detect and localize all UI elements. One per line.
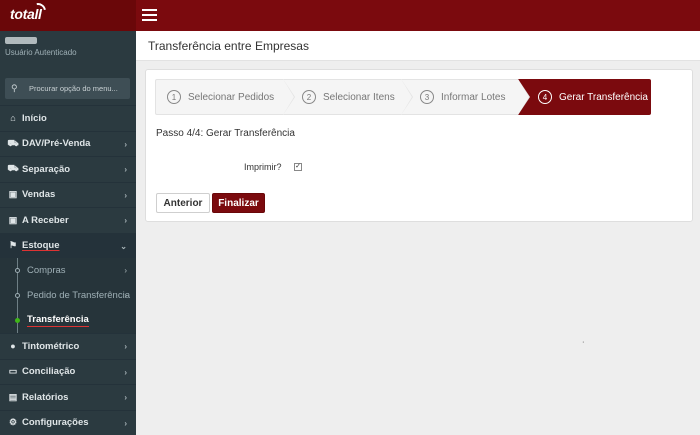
print-checkbox[interactable]: ✓	[294, 163, 302, 171]
step-number-badge: 2	[302, 90, 316, 104]
sidebar-item-inicio[interactable]: ⌂ Início	[0, 105, 136, 131]
page-title: Transferência entre Empresas	[148, 39, 309, 53]
user-name-redacted	[5, 37, 37, 44]
step-label: Gerar Transferência	[559, 91, 648, 103]
chart-icon: ▤	[8, 391, 18, 402]
home-icon: ⌂	[10, 113, 16, 124]
tree-node-icon	[15, 293, 20, 298]
bag-icon: ▣	[8, 214, 18, 225]
chevron-down-icon: ⌄	[120, 241, 127, 251]
sidebar-item-relatorios[interactable]: ▤ Relatórios ›	[0, 384, 136, 410]
previous-button[interactable]: Anterior	[156, 193, 210, 213]
submenu-item-pedido-transferencia[interactable]: Pedido de Transferência ›	[0, 283, 136, 308]
truck-icon: ⛟	[7, 137, 19, 148]
step-label: Selecionar Itens	[323, 91, 395, 103]
card-icon: ▭	[8, 366, 18, 377]
stray-mark: ‧	[582, 338, 585, 347]
chevron-right-icon: ›	[124, 139, 127, 149]
logo-area: totall	[0, 0, 136, 31]
chevron-right-icon: ›	[124, 342, 127, 351]
chevron-right-icon: ›	[124, 165, 127, 174]
wizard-steps: 1 Selecionar Pedidos 2 Selecionar Itens …	[155, 79, 651, 115]
step-caption: Passo 4/4: Gerar Transferência	[156, 128, 295, 139]
chevron-right-icon: ›	[124, 418, 127, 428]
wizard-step-1[interactable]: 1 Selecionar Pedidos	[155, 79, 295, 115]
sidebar-item-estoque[interactable]: ⚑ Estoque ⌄	[0, 232, 136, 258]
top-bar: totall	[0, 0, 700, 31]
sidebar-item-separacao[interactable]: ⛟ Separação ›	[0, 156, 136, 182]
page-header: Transferência entre Empresas	[136, 31, 700, 61]
sidebar-menu: ⌂ Início ⛟ DAV/Pré-Venda › ⛟ Separação ›…	[0, 105, 136, 435]
wizard-step-3[interactable]: 3 Informar Lotes	[401, 79, 530, 115]
hamburger-menu-icon[interactable]	[142, 9, 157, 21]
user-block: Usuário Autenticado	[5, 37, 77, 57]
estoque-submenu: Compras › Pedido de Transferência › Tran…	[0, 258, 136, 334]
step-number-badge: 3	[420, 90, 434, 104]
menu-search[interactable]: ⚲	[5, 78, 130, 99]
finish-button[interactable]: Finalizar	[212, 193, 265, 213]
chevron-right-icon: ›	[124, 216, 127, 225]
wizard-step-2[interactable]: 2 Selecionar Itens	[283, 79, 413, 115]
sidebar-item-vendas[interactable]: ▣ Vendas ›	[0, 181, 136, 208]
step-label: Informar Lotes	[441, 91, 506, 103]
chevron-right-icon: ›	[124, 291, 127, 300]
step-label: Selecionar Pedidos	[188, 91, 275, 103]
submenu-item-transferencia[interactable]: Transferência	[0, 308, 136, 333]
bag-icon: ▣	[8, 189, 18, 200]
sidebar-item-configuracoes[interactable]: ⚙ Configurações ›	[0, 409, 136, 435]
droplet-icon: ●	[10, 341, 16, 352]
submenu-item-compras[interactable]: Compras ›	[0, 258, 136, 283]
sidebar-item-dav-pre-venda[interactable]: ⛟ DAV/Pré-Venda ›	[0, 130, 136, 157]
step-number-badge: 4	[538, 90, 552, 104]
chevron-right-icon: ›	[124, 367, 127, 377]
wizard-step-4-active[interactable]: 4 Gerar Transferência	[518, 79, 651, 115]
chevron-right-icon: ›	[124, 190, 127, 200]
chevron-right-icon: ›	[124, 266, 127, 275]
sidebar-item-conciliacao[interactable]: ▭ Conciliação ›	[0, 358, 136, 385]
tree-node-active-icon	[15, 318, 20, 323]
sidebar-item-tintometrico[interactable]: ● Tintométrico ›	[0, 333, 136, 359]
sidebar: Usuário Autenticado ⚲ ⌂ Início ⛟ DAV/Pré…	[0, 31, 136, 435]
search-icon: ⚲	[11, 83, 18, 93]
menu-search-input[interactable]	[29, 84, 129, 93]
chevron-right-icon: ›	[124, 393, 127, 402]
truck-icon: ⛟	[7, 163, 19, 174]
gears-icon: ⚙	[8, 417, 18, 428]
step-number-badge: 1	[167, 90, 181, 104]
tag-icon: ⚑	[8, 240, 18, 251]
tree-node-icon	[15, 268, 20, 273]
wizard-panel: 1 Selecionar Pedidos 2 Selecionar Itens …	[145, 69, 693, 222]
print-label: Imprimir?	[244, 162, 282, 172]
user-role: Usuário Autenticado	[5, 48, 77, 57]
sidebar-item-a-receber[interactable]: ▣ A Receber ›	[0, 207, 136, 233]
